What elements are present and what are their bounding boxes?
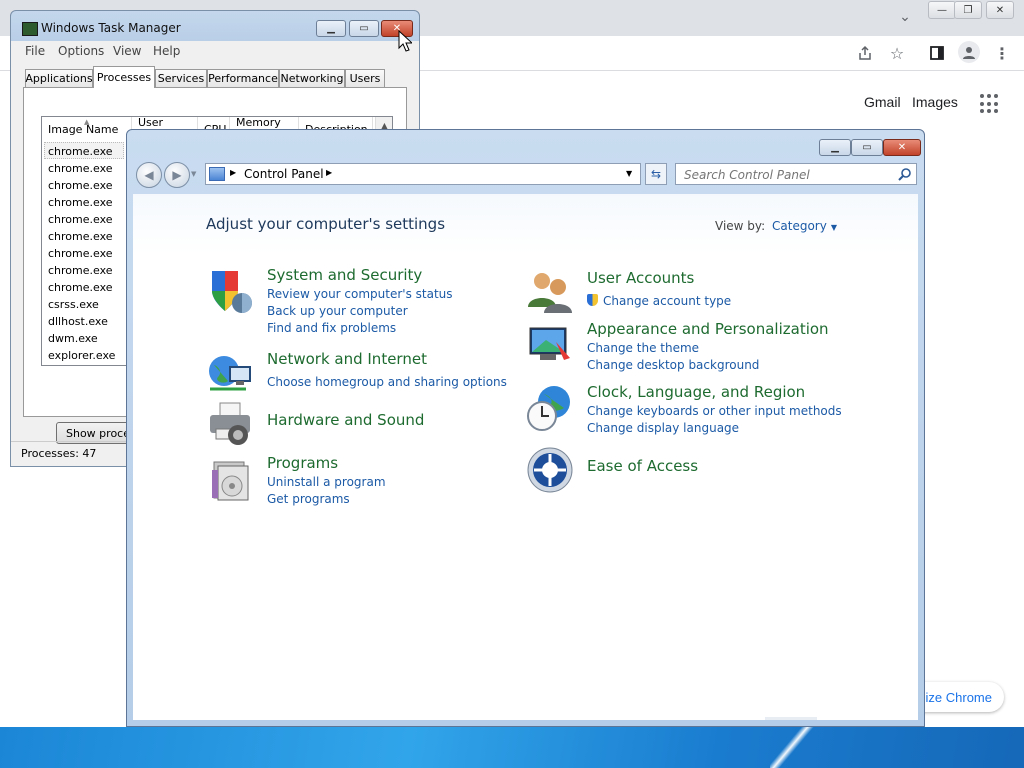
breadcrumb-next-arrow-icon[interactable]: ▶ [326,168,332,177]
process-row[interactable]: chrome.exe [48,160,113,177]
category-hardware-sound[interactable]: Hardware and Sound [267,411,424,429]
images-link[interactable]: Images [912,94,958,110]
content-scroll-edge [765,717,817,720]
process-row[interactable]: chrome.exe [48,194,113,211]
profile-avatar-icon[interactable] [958,41,980,63]
wallpaper-streak [770,727,814,768]
process-row[interactable]: chrome.exe [48,143,113,160]
link-homegroup[interactable]: Choose homegroup and sharing options [267,375,507,389]
monitor-paint-icon[interactable] [526,322,574,370]
link-uninstall[interactable]: Uninstall a program [267,475,386,489]
tab-users[interactable]: Users [345,69,385,87]
process-row[interactable]: chrome.exe [48,262,113,279]
process-row[interactable]: csrss.exe [48,296,99,313]
mouse-cursor-icon [398,29,414,55]
tab-services[interactable]: Services [155,69,207,87]
tab-processes[interactable]: Processes [93,66,155,88]
category-clock-language[interactable]: Clock, Language, and Region [587,383,805,401]
process-row[interactable]: chrome.exe [48,177,113,194]
back-button[interactable]: ◀ [136,162,162,188]
process-row[interactable]: setup_wm.ex... [48,364,131,365]
tab-search-chevron-icon[interactable]: ⌄ [896,8,914,26]
process-row[interactable]: chrome.exe [48,279,113,296]
shield-icon[interactable] [206,267,254,315]
cp-navigation-bar: ◀ ▶ ▼ ▶ Control Panel ▶ ▼ ⇆ [127,158,924,194]
category-user-accounts[interactable]: User Accounts [587,269,694,287]
recent-pages-icon[interactable]: ▼ [191,170,196,178]
process-row[interactable]: dllhost.exe [48,313,108,330]
process-row[interactable]: chrome.exe [48,245,113,262]
link-display-language[interactable]: Change display language [587,421,739,435]
breadcrumb-arrow-icon[interactable]: ▶ [230,168,236,177]
process-row[interactable]: dwm.exe [48,330,98,347]
page-title: Adjust your computer's settings [206,215,446,233]
search-icon[interactable] [898,167,912,184]
chrome-close-button[interactable]: ✕ [986,1,1014,19]
category-ease-of-access[interactable]: Ease of Access [587,457,698,475]
uac-shield-icon [587,294,598,306]
address-bar[interactable]: ▶ Control Panel ▶ ▼ [205,163,641,185]
category-programs[interactable]: Programs [267,454,338,472]
users-icon[interactable] [526,267,574,315]
link-keyboards[interactable]: Change keyboards or other input methods [587,404,842,418]
tm-minimize-button[interactable]: ▁ [316,20,346,37]
task-manager-menubar: File Options View Help [11,41,419,61]
refresh-icon[interactable]: ⇆ [645,163,667,185]
menu-options[interactable]: Options [58,44,104,58]
ease-of-access-icon[interactable] [526,446,574,494]
cp-maximize-button[interactable]: ▭ [851,139,883,156]
task-manager-app-icon [22,22,38,36]
link-get-programs[interactable]: Get programs [267,492,350,506]
chrome-restore-button[interactable]: ❐ [954,1,982,19]
process-row[interactable]: chrome.exe [48,228,113,245]
menu-file[interactable]: File [25,44,45,58]
clock-globe-icon[interactable] [526,384,574,432]
category-network-internet[interactable]: Network and Internet [267,350,427,368]
process-row[interactable]: explorer.exe [48,347,115,364]
tm-maximize-button[interactable]: ▭ [349,20,379,37]
windows-taskbar [0,727,1024,768]
google-apps-icon[interactable] [980,94,1000,114]
tab-networking[interactable]: Networking [279,69,345,87]
view-by-dropdown[interactable]: Category ▼ [772,219,837,233]
task-manager-title: Windows Task Manager [41,21,181,35]
programs-icon[interactable] [206,456,254,504]
printer-icon[interactable] [206,399,254,447]
tab-performance[interactable]: Performance [207,69,279,87]
view-by-label: View by: [715,219,766,233]
tab-applications[interactable]: Applications [25,69,93,87]
cp-content-area: Adjust your computer's settings View by:… [133,194,918,720]
link-back-up[interactable]: Back up your computer [267,304,408,318]
control-panel-window: ▁ ▭ ✕ ◀ ▶ ▼ ▶ Control Panel ▶ ▼ ⇆ Adjust… [126,129,925,727]
share-icon[interactable] [856,44,874,62]
link-review-status[interactable]: Review your computer's status [267,287,453,301]
side-panel-icon[interactable] [928,44,946,62]
forward-button[interactable]: ▶ [164,162,190,188]
cp-close-button[interactable]: ✕ [883,139,921,156]
link-change-account-type[interactable]: Change account type [603,294,731,308]
category-appearance[interactable]: Appearance and Personalization [587,320,829,338]
link-desktop-background[interactable]: Change desktop background [587,358,759,372]
control-panel-icon [209,167,225,181]
bookmark-star-icon[interactable]: ☆ [888,44,906,63]
chrome-minimize-button[interactable]: — [928,1,956,19]
chrome-menu-icon[interactable]: ⋮ [994,44,1010,63]
gmail-link[interactable]: Gmail [864,94,901,110]
menu-help[interactable]: Help [153,44,180,58]
sort-arrow-icon: ▲ [84,118,90,126]
search-box [675,163,917,185]
network-icon[interactable] [206,349,254,397]
cp-minimize-button[interactable]: ▁ [819,139,851,156]
link-change-theme[interactable]: Change the theme [587,341,699,355]
category-system-security[interactable]: System and Security [267,266,422,284]
breadcrumb-control-panel[interactable]: Control Panel [244,167,324,181]
process-count: Processes: 47 [21,447,97,460]
dropdown-arrow-icon: ▼ [830,223,837,232]
search-input[interactable] [682,166,891,184]
menu-view[interactable]: View [113,44,141,58]
address-dropdown-icon[interactable]: ▼ [626,169,632,178]
link-find-fix[interactable]: Find and fix problems [267,321,396,335]
process-row[interactable]: chrome.exe [48,211,113,228]
